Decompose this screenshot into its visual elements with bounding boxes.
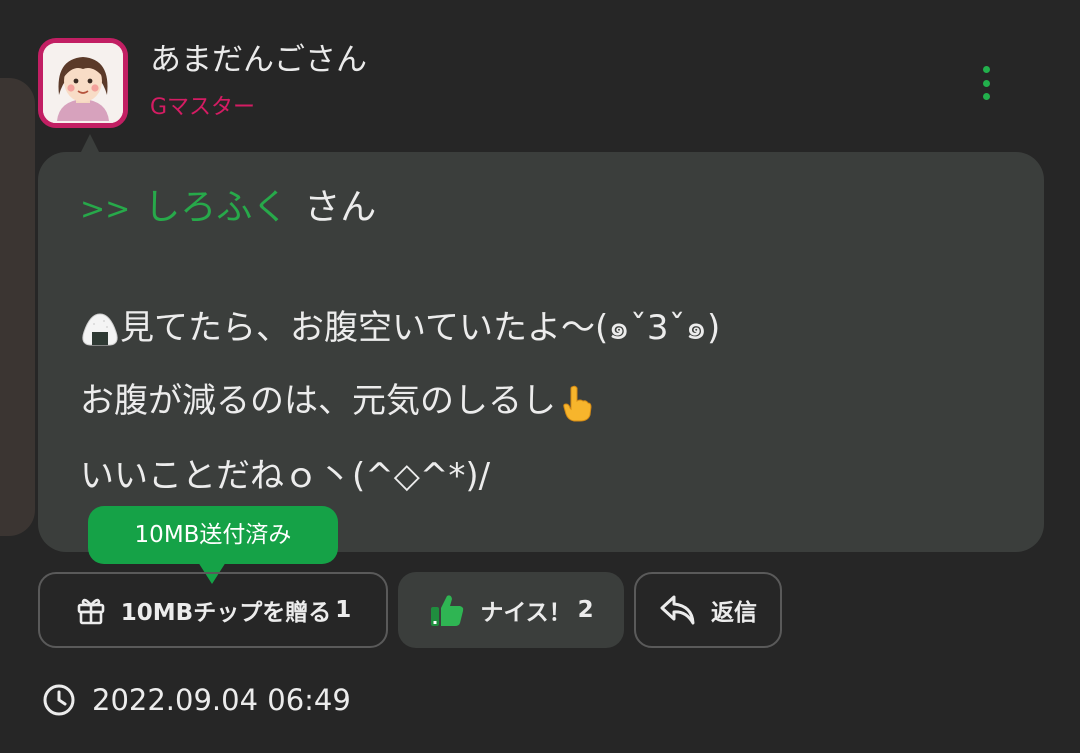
- reply-honorific: さん: [304, 187, 377, 228]
- message-text-3: いいことだねｏ丶(^◇^*)/: [80, 456, 491, 496]
- tip-sent-tooltip: 10MB送付済み: [88, 506, 338, 564]
- timestamp-text: 2022.09.04 06:49: [92, 683, 351, 717]
- post-timestamp: 2022.09.04 06:49: [42, 678, 351, 722]
- pointing-hand-emoji: [556, 383, 596, 423]
- nice-label: ナイス！: [480, 600, 572, 626]
- reply-mention: >> しろふく さん: [80, 182, 376, 234]
- reply-button[interactable]: 返信: [634, 572, 782, 648]
- nice-button[interactable]: ナイス！ 2: [398, 572, 624, 648]
- message-line-3: いいことだねｏ丶(^◇^*)/: [80, 450, 490, 502]
- tip-count: 1: [335, 597, 352, 623]
- reply-arrow: >>: [80, 192, 131, 227]
- post-screen: あまだんごさん Gマスター >> しろふく さん 見てたら、お腹空いていたよ〜(๑ˇ…: [0, 0, 1080, 753]
- send-tip-button[interactable]: 10MBチップを贈る 1: [38, 572, 388, 648]
- more-vertical-icon[interactable]: [968, 62, 1004, 104]
- woman-avatar-icon: [43, 43, 123, 123]
- tip-label: 10MBチップを贈る: [120, 600, 332, 626]
- clock-icon: [42, 683, 76, 717]
- author-name[interactable]: あまだんごさん: [150, 38, 367, 82]
- gift-icon: [75, 594, 107, 626]
- reply-label: 返信: [711, 600, 757, 626]
- nice-count: 2: [577, 597, 594, 623]
- author-avatar[interactable]: [38, 38, 128, 128]
- menu-dot: [982, 79, 990, 87]
- bubble-tail: [80, 134, 100, 154]
- message-text-1: 見てたら、お腹空いていたよ〜(๑ˇ3ˇ๑): [120, 308, 721, 348]
- message-text-2: お腹が減るのは、元気のしるし: [80, 381, 556, 421]
- menu-dot: [982, 66, 990, 73]
- message-line-2: お腹が減るのは、元気のしるし: [80, 375, 596, 427]
- message-line-1: 見てたら、お腹空いていたよ〜(๑ˇ3ˇ๑): [80, 302, 720, 354]
- menu-dot: [982, 93, 990, 100]
- author-rank: Gマスター: [150, 95, 256, 120]
- thumbs-up-icon: [428, 591, 466, 629]
- previous-bubble-edge: [0, 78, 35, 536]
- reply-arrow-icon: [659, 593, 697, 627]
- rice-ball-emoji: [80, 310, 120, 350]
- reply-target-link[interactable]: しろふく: [144, 187, 288, 228]
